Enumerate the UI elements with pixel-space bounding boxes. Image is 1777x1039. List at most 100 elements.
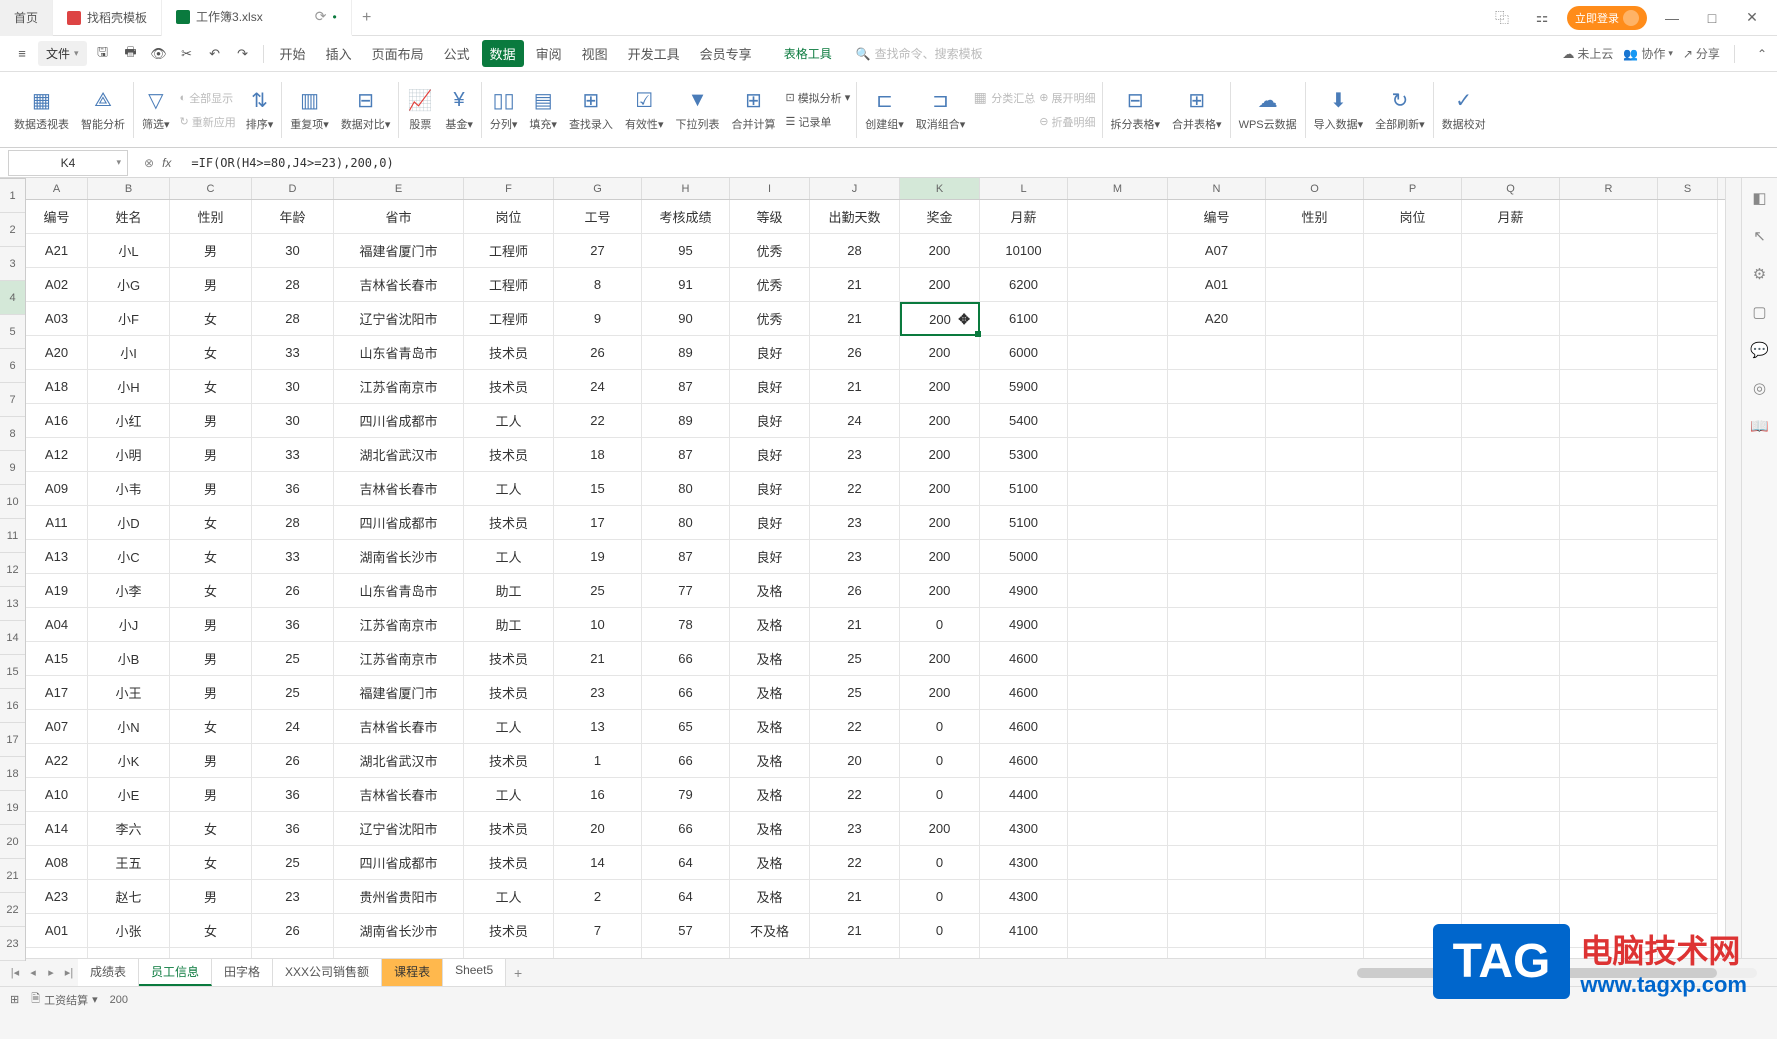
cell[interactable]: A01 (1168, 268, 1266, 302)
cell[interactable]: 四川省成都市 (334, 404, 464, 438)
row-header[interactable]: 13 (0, 587, 25, 621)
cell[interactable]: 及格 (730, 608, 810, 642)
cell[interactable]: 吉林省长春市 (334, 268, 464, 302)
cell[interactable]: 奖金 (900, 200, 980, 234)
cell[interactable] (1462, 778, 1560, 812)
cell[interactable]: 28 (252, 302, 334, 336)
col-header-O[interactable]: O (1266, 178, 1364, 199)
cell[interactable]: 22 (554, 404, 642, 438)
cell[interactable] (1560, 710, 1658, 744)
cell[interactable]: 26 (252, 574, 334, 608)
cell[interactable] (1462, 642, 1560, 676)
cell[interactable]: 女 (170, 846, 252, 880)
cell[interactable] (1560, 574, 1658, 608)
menu-dev[interactable]: 开发工具 (620, 40, 688, 67)
cell[interactable] (1364, 710, 1462, 744)
import-button[interactable]: ⬇导入数据▾ (1308, 86, 1370, 134)
add-sheet-button[interactable]: + (506, 965, 530, 981)
cell[interactable] (1068, 574, 1168, 608)
name-box[interactable]: K4 (8, 150, 128, 176)
cell[interactable]: 福建省厦门市 (334, 676, 464, 710)
cell[interactable] (1168, 336, 1266, 370)
cell[interactable]: 15 (554, 472, 642, 506)
cell[interactable]: 5000 (980, 540, 1068, 574)
cell[interactable]: 年龄 (252, 200, 334, 234)
cell[interactable]: 0 (900, 846, 980, 880)
cell[interactable]: 湖南省长沙市 (334, 540, 464, 574)
row-header[interactable]: 11 (0, 519, 25, 553)
cell[interactable]: 女 (170, 812, 252, 846)
cell[interactable]: 22 (810, 710, 900, 744)
cell[interactable]: 6000 (980, 336, 1068, 370)
cell[interactable]: 技术员 (464, 846, 554, 880)
cell[interactable]: 出勤天数 (810, 200, 900, 234)
cell[interactable]: 30 (252, 404, 334, 438)
cell[interactable]: A23 (26, 880, 88, 914)
cell[interactable] (1168, 506, 1266, 540)
col-header-Q[interactable]: Q (1462, 178, 1560, 199)
cell[interactable]: 李六 (88, 812, 170, 846)
cell[interactable] (1658, 370, 1718, 404)
cell[interactable] (1364, 336, 1462, 370)
cell[interactable] (1462, 438, 1560, 472)
cell[interactable] (1560, 336, 1658, 370)
col-header-N[interactable]: N (1168, 178, 1266, 199)
cell[interactable]: 25 (810, 642, 900, 676)
cell[interactable]: 21 (810, 880, 900, 914)
cell[interactable]: 小A (88, 948, 170, 958)
cell[interactable]: 吉林省长春市 (334, 710, 464, 744)
menu-insert[interactable]: 插入 (318, 40, 360, 67)
cell[interactable]: 技术员 (464, 676, 554, 710)
cell[interactable]: 技术员 (464, 370, 554, 404)
row-header[interactable]: 15 (0, 655, 25, 689)
cell[interactable]: A04 (26, 608, 88, 642)
cell[interactable]: 小F (88, 302, 170, 336)
merge-calc-button[interactable]: ⊞合并计算 (725, 86, 781, 134)
cell[interactable]: 小N (88, 710, 170, 744)
cell[interactable] (1266, 778, 1364, 812)
cell[interactable] (1266, 234, 1364, 268)
tab-home[interactable]: 首页 (0, 0, 53, 36)
cell[interactable]: 湖北省武汉市 (334, 438, 464, 472)
cell[interactable]: 200 (900, 676, 980, 710)
cell[interactable]: 女 (170, 370, 252, 404)
reapply-button[interactable]: ↻重新应用 (176, 112, 240, 132)
add-tab-button[interactable]: + (352, 9, 382, 27)
cell[interactable]: 男 (170, 472, 252, 506)
cell[interactable]: 21 (554, 642, 642, 676)
menu-table-tools[interactable]: 表格工具 (784, 45, 832, 62)
cell[interactable]: 200 (900, 642, 980, 676)
maximize-button[interactable]: □ (1697, 3, 1727, 33)
cell[interactable]: 36 (252, 472, 334, 506)
cell[interactable] (1658, 710, 1718, 744)
layers-icon[interactable]: ▢ (1750, 302, 1770, 322)
cell[interactable]: 工人 (464, 404, 554, 438)
cell[interactable]: 良好 (730, 438, 810, 472)
cloud-status[interactable]: ☁未上云 (1562, 45, 1613, 62)
cell[interactable]: 22 (810, 778, 900, 812)
row-header[interactable]: 1 (0, 179, 25, 213)
cell[interactable] (1266, 540, 1364, 574)
tab-nav-first[interactable]: |◂ (6, 966, 24, 979)
cell[interactable]: A01 (26, 914, 88, 948)
cell[interactable] (1168, 914, 1266, 948)
cell[interactable]: 0 (900, 880, 980, 914)
cell[interactable]: 小王 (88, 676, 170, 710)
find-button[interactable]: ⊞查找录入 (563, 86, 619, 134)
cell[interactable]: 岗位 (464, 200, 554, 234)
cell[interactable]: 姓名 (88, 200, 170, 234)
cell[interactable] (1462, 744, 1560, 778)
cell[interactable] (1658, 574, 1718, 608)
cell[interactable]: 女 (170, 710, 252, 744)
row-header[interactable]: 3 (0, 247, 25, 281)
cell[interactable]: 80 (642, 506, 730, 540)
cell[interactable] (1266, 642, 1364, 676)
cell[interactable] (1658, 642, 1718, 676)
select-icon[interactable]: ↖ (1750, 226, 1770, 246)
cell[interactable]: 小C (88, 540, 170, 574)
cell[interactable] (1560, 608, 1658, 642)
cell[interactable]: 21 (810, 370, 900, 404)
cell[interactable] (1560, 438, 1658, 472)
cell[interactable] (1168, 608, 1266, 642)
cell[interactable]: 四川省成都市 (334, 846, 464, 880)
